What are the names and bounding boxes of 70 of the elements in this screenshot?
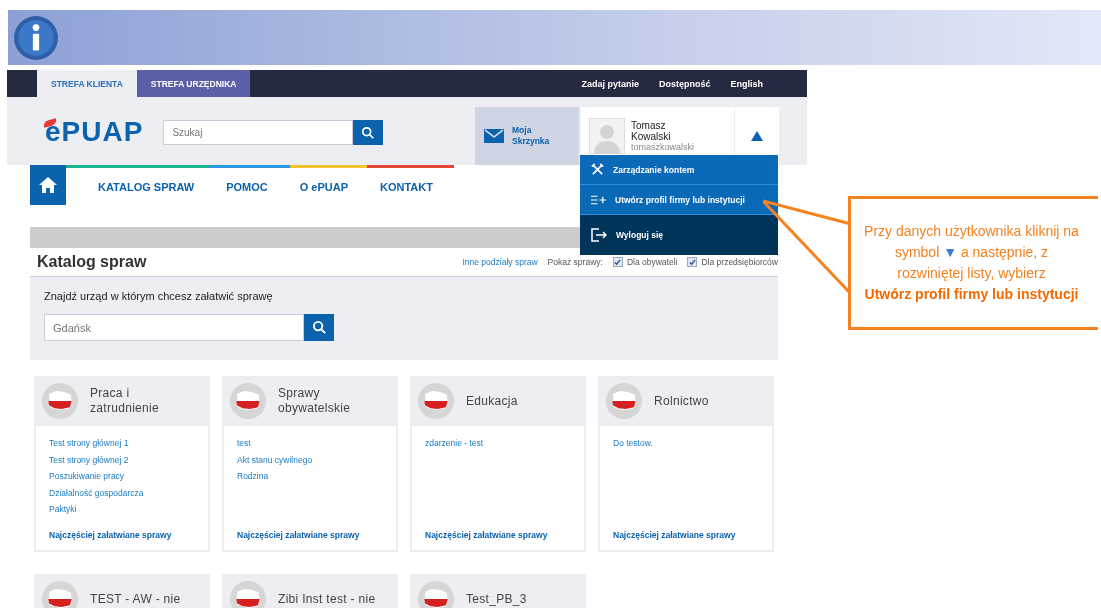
user-first-name: Tomasz [631,119,667,131]
category-link[interactable]: Paktyki [49,504,208,515]
category-link[interactable]: Poszukiwanie pracy [49,471,208,482]
category-link[interactable]: test [237,438,396,449]
nav-link[interactable]: POMOC [226,180,268,193]
callout-text: Przy danych użytkownika kliknij na symbol ▼ a następnie, z rozwiniętej listy, wybierz Utwórz profil firmy lub instytucji [863,222,1080,304]
popular-cases-link[interactable]: Najczęściej załatwiane sprawy [613,530,772,540]
category-link[interactable]: Akt stanu cywilnego [237,454,396,465]
poland-map-icon [230,581,266,608]
card-title: obywatelskie [278,401,351,416]
search-icon [361,125,376,140]
filter-label: Dla obywateli [626,257,678,267]
tools-icon [591,163,604,176]
poland-map-icon [42,383,78,419]
menu-item[interactable]: Zarządzanie kontem [580,155,778,185]
zone-tab[interactable]: STREFA KLIENTA [37,70,137,97]
nav-link[interactable]: KATALOG SPRAW [98,180,195,193]
category-link[interactable]: zdarzenie - test [425,438,584,449]
category-link[interactable]: Rodzina [237,471,396,482]
card-title: Test_PB_3 [466,591,527,607]
card-title: Edukacja [466,393,518,409]
category-link[interactable]: Działalność gospodarcza [49,487,208,498]
poland-map-icon [418,581,454,608]
list-add-icon [591,194,606,205]
poland-map-icon [230,383,266,419]
search-button[interactable] [353,120,384,145]
home-icon [38,176,58,194]
office-search-field[interactable]: Gdańsk [44,314,304,341]
poland-map-icon [418,383,454,419]
zone-tab[interactable]: STREFA URZĘDNIKA [136,70,251,97]
checkbox[interactable] [612,257,623,267]
card-title: zatrudnienie [90,401,159,416]
home-button[interactable] [30,165,66,205]
popular-cases-link[interactable]: Najczęściej załatwiane sprawy [49,530,208,540]
nav-link[interactable]: KONTAKT [380,180,433,193]
logo[interactable]: ePUAP [45,117,144,147]
search-field[interactable]: Szukaj [163,120,354,145]
catalog-title: Katalog spraw [37,253,147,271]
filter-label: Dla przedsiębiorców [701,257,778,267]
user-last-name: Kowalski [631,130,672,142]
category-link[interactable]: Test strony głównej 1 [49,438,208,449]
popular-cases-link[interactable]: Najczęściej załatwiane sprawy [237,530,396,540]
top-link[interactable]: English [730,78,763,89]
category-link[interactable]: Do testow. [613,438,772,449]
category-link[interactable]: Test strony głównej 2 [49,454,208,465]
triangle-icon [751,131,763,141]
search-icon [311,320,327,335]
mailbox-link[interactable]: Moja Skrzynka [475,107,579,165]
top-link[interactable]: Dostępność [658,78,711,89]
card-title: Sprawy [278,386,321,401]
user-login: tomaszkowalski [631,141,696,153]
nav-link[interactable]: O ePUAP [299,180,348,193]
card-title: Rolnictwo [654,393,709,409]
search-button[interactable] [304,314,334,341]
show-label: Pokaż sprawy: [547,257,603,267]
poland-map-icon [606,383,642,419]
other-categories-link[interactable]: Inne podziały spraw [462,257,538,267]
avatar-icon [589,118,625,154]
menu-item[interactable]: Utwórz profil firmy lub instytucji [580,185,778,215]
popular-cases-link[interactable]: Najczęściej załatwiane sprawy [425,530,584,540]
logout-icon [591,228,607,242]
card-title: Zibi Inst test - nie [278,591,376,607]
envelope-icon [484,129,504,143]
info-icon [13,14,59,61]
card-title: Praca i [90,386,131,401]
checkbox[interactable] [687,257,698,267]
poland-map-icon [42,581,78,608]
card-title: TEST - AW - nie [90,591,181,607]
office-search-label: Znajdź urząd w którym chcesz załatwić sprawę [44,290,274,302]
top-link[interactable]: Zadaj pytanie [581,78,639,89]
